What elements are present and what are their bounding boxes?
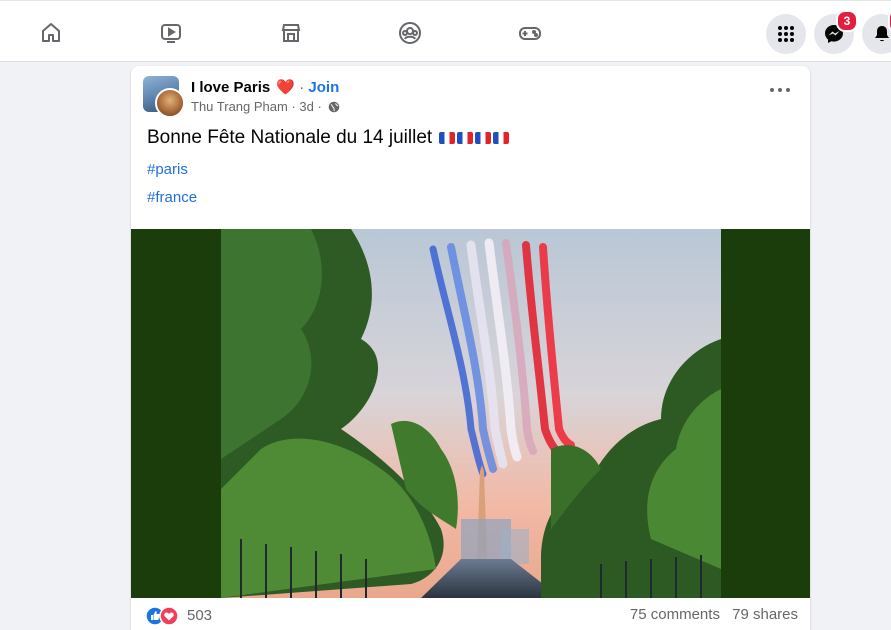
- messenger-button[interactable]: 3: [814, 10, 858, 54]
- author-avatar[interactable]: [155, 88, 185, 118]
- post-stats: 75 comments 79 shares: [622, 606, 798, 623]
- marketplace-icon[interactable]: [279, 21, 303, 45]
- reaction-icons[interactable]: [145, 606, 185, 626]
- separator-dot: ·: [317, 99, 322, 114]
- gaming-icon[interactable]: [518, 21, 542, 45]
- reaction-count[interactable]: 503: [187, 607, 212, 624]
- feed-post: I love Paris ❤️ · Join Thu Trang Pham · …: [131, 66, 810, 630]
- group-name-link[interactable]: I love Paris: [191, 79, 270, 96]
- bell-icon[interactable]: [862, 10, 891, 54]
- hashtag-france-link[interactable]: #france: [147, 189, 197, 206]
- post-header: I love Paris ❤️ · Join: [191, 78, 339, 96]
- france-flag-icon: [475, 132, 492, 144]
- top-nav-bar: 3: [0, 0, 891, 62]
- globe-icon: [329, 101, 340, 113]
- post-text: Bonne Fête Nationale du 14 juillet: [147, 127, 510, 149]
- post-media[interactable]: [131, 229, 810, 598]
- comments-count-link[interactable]: 75 comments: [630, 606, 720, 623]
- france-flag-icon: [457, 132, 474, 144]
- france-flag-icon: [493, 132, 510, 144]
- post-time-link[interactable]: 3d: [299, 99, 313, 114]
- home-icon[interactable]: [39, 21, 63, 45]
- france-flag-icon: [439, 132, 456, 144]
- more-options-icon[interactable]: [768, 84, 792, 96]
- post-photo[interactable]: [221, 229, 721, 598]
- shares-count-link[interactable]: 79 shares: [732, 606, 798, 623]
- grid-menu-icon[interactable]: [766, 14, 806, 54]
- author-name-link[interactable]: Thu Trang Pham: [191, 99, 288, 114]
- join-button[interactable]: Join: [308, 79, 339, 96]
- post-meta: Thu Trang Pham · 3d ·: [191, 99, 340, 114]
- post-footer: 503 75 comments 79 shares: [131, 598, 810, 630]
- watch-icon[interactable]: [159, 21, 183, 45]
- hashtag-paris-link[interactable]: #paris: [147, 161, 188, 178]
- separator-dot: ·: [291, 99, 296, 114]
- separator-dot: ·: [299, 79, 305, 96]
- post-message: Bonne Fête Nationale du 14 juillet: [147, 127, 433, 148]
- heart-emoji-icon: ❤️: [276, 79, 296, 96]
- messenger-badge: 3: [836, 10, 858, 32]
- groups-icon[interactable]: [398, 21, 422, 45]
